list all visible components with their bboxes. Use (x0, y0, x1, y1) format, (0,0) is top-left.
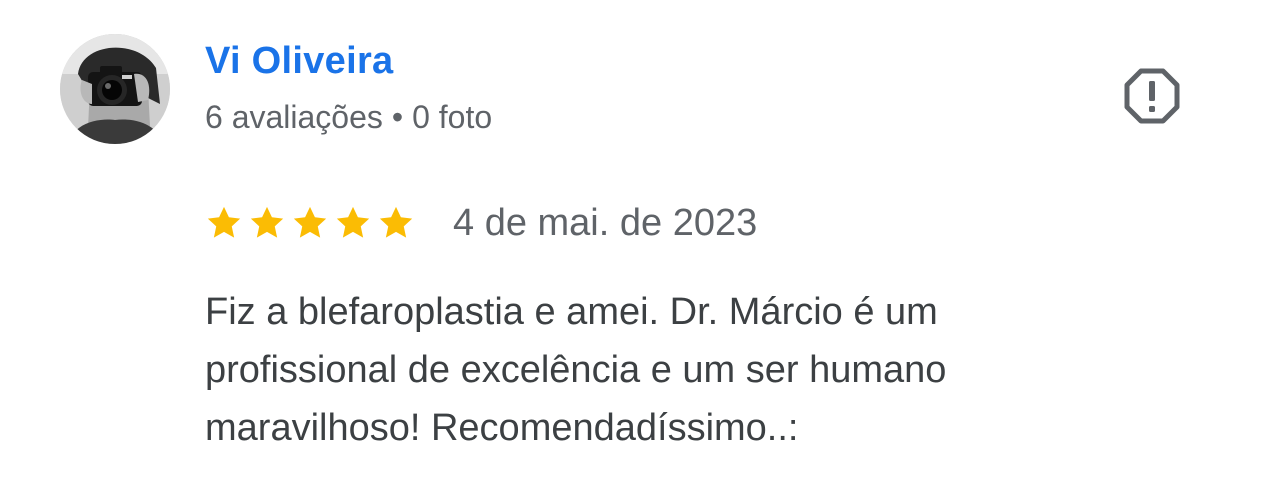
star-icon (250, 206, 284, 238)
author-meta: 6 avaliações • 0 foto (205, 99, 492, 136)
star-icon (293, 206, 327, 238)
review-text: Fiz a blefaroplastia e amei. Dr. Márcio … (205, 291, 947, 449)
avatar-photo (60, 34, 170, 144)
author-name[interactable]: Vi Oliveira (205, 40, 394, 83)
rating-row: 4 de mai. de 2023 (205, 198, 757, 248)
review-card: Vi Oliveira 6 avaliações • 0 foto 4 de mai… (0, 0, 1284, 488)
star-rating (205, 204, 415, 242)
author-avatar[interactable] (60, 34, 170, 144)
star-icon (379, 206, 413, 238)
star-icon (336, 206, 370, 238)
star-icon (207, 206, 241, 238)
meta-separator: • (391, 99, 404, 135)
photos-count: 0 foto (412, 99, 493, 135)
review-date: 4 de mai. de 2023 (453, 201, 758, 244)
report-octagon-icon (1124, 68, 1180, 124)
report-review-button[interactable] (1122, 66, 1182, 126)
reviews-count: 6 avaliações (205, 99, 383, 135)
